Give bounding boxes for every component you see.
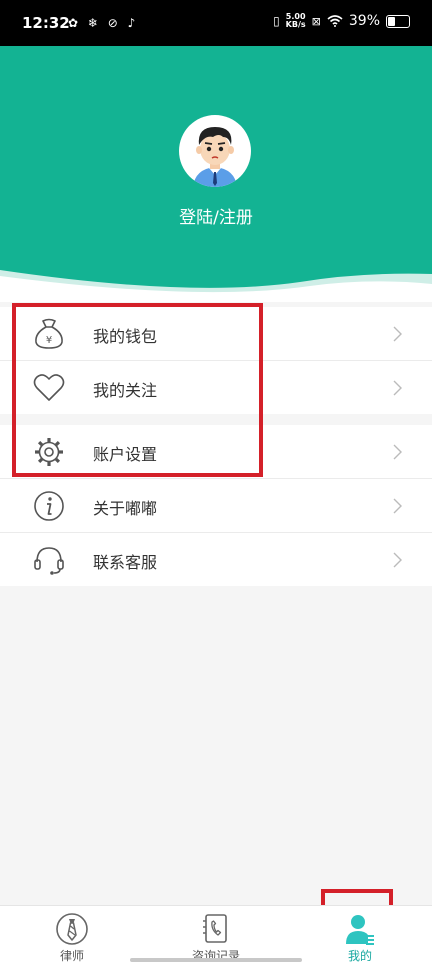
bottom-tab-bar: 律师 咨询记录 我的 — [0, 905, 432, 965]
wifi-icon — [327, 15, 343, 27]
tab-consult-records[interactable]: 咨询记录 — [144, 906, 288, 965]
tab-lawyer[interactable]: 律师 — [0, 906, 144, 965]
chevron-right-icon — [393, 552, 402, 568]
avatar-illustration-icon — [193, 127, 237, 187]
menu-item-wallet[interactable]: ¥ 我的钱包 — [0, 307, 432, 361]
menu-item-about[interactable]: 关于嘟嘟 — [0, 479, 432, 533]
menu-item-label: 联系客服 — [93, 553, 158, 572]
lawyer-tie-icon — [56, 913, 88, 945]
data-icon: ⊠ — [311, 14, 321, 28]
avatar[interactable] — [179, 115, 251, 187]
menu-item-label: 账户设置 — [93, 445, 158, 464]
menu-item-customer-service[interactable]: 联系客服 — [0, 533, 432, 586]
gear-icon — [35, 438, 63, 466]
status-bar: 12:32 ✿ ❄ ⊘ ♪ ▯ 5.00 KB/s ⊠ 39% — [0, 0, 432, 46]
user-profile-icon — [346, 915, 374, 945]
menu-group-primary: ¥ 我的钱包 我的关注 — [0, 307, 432, 414]
info-icon — [34, 491, 64, 521]
headset-icon — [34, 547, 64, 575]
chevron-right-icon — [393, 444, 402, 460]
chevron-right-icon — [393, 498, 402, 514]
battery-icon — [386, 14, 410, 28]
chevron-right-icon — [393, 380, 402, 396]
notification-icons: ✿ ❄ ⊘ ♪ — [68, 16, 139, 30]
menu-item-account-settings[interactable]: 账户设置 — [0, 425, 432, 479]
tab-mine[interactable]: 我的 — [288, 906, 432, 965]
profile-header: 登陆/注册 — [0, 46, 432, 302]
battery-percent: 39% — [348, 13, 380, 29]
menu-item-label: 我的钱包 — [93, 327, 158, 346]
phone-record-icon — [203, 914, 227, 943]
net-speed: 5.00 KB/s — [285, 12, 306, 29]
chevron-right-icon — [393, 326, 402, 342]
vibrate-icon: ▯ — [273, 14, 280, 28]
home-indicator[interactable] — [130, 958, 302, 962]
header-wave — [0, 270, 432, 302]
status-time: 12:32 — [22, 14, 70, 32]
menu-group-secondary: 账户设置 关于嘟嘟 联系客服 — [0, 425, 432, 586]
heart-icon — [33, 374, 65, 401]
tab-label: 律师 — [59, 949, 84, 963]
login-register-link[interactable]: 登陆/注册 — [0, 203, 432, 228]
menu-item-follow[interactable]: 我的关注 — [0, 361, 432, 414]
tab-label: 我的 — [347, 949, 372, 963]
status-right: ▯ 5.00 KB/s ⊠ 39% — [273, 13, 410, 29]
money-bag-icon: ¥ — [35, 318, 63, 349]
menu-item-label: 关于嘟嘟 — [93, 499, 158, 518]
svg-text:¥: ¥ — [46, 335, 52, 346]
menu-item-label: 我的关注 — [93, 381, 158, 400]
